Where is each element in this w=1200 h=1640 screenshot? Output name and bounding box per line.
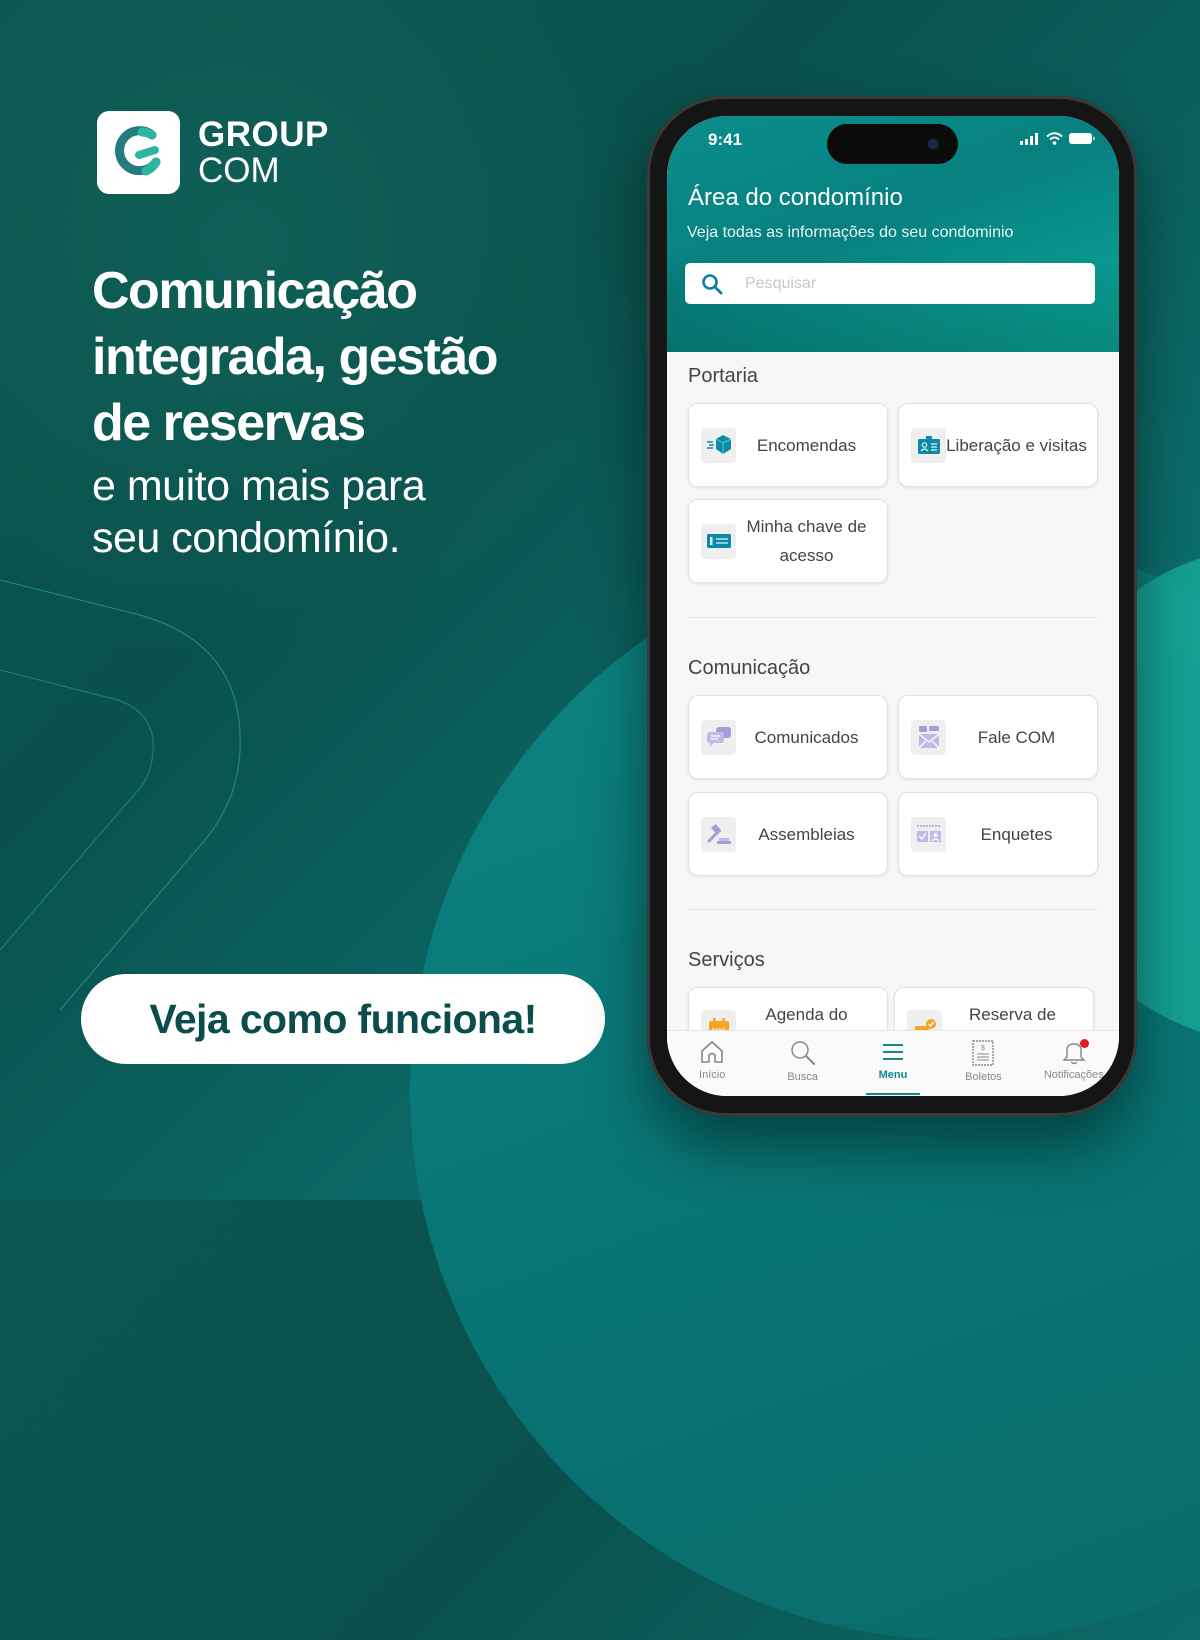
tab-label: Busca <box>787 1071 818 1083</box>
page-title: Área do condomínio <box>688 184 903 211</box>
menu-card-label: Fale COM <box>977 727 1056 747</box>
status-icons <box>1020 132 1095 145</box>
phone-screen: 9:41 Área do condomínio Veja todas as in… <box>667 116 1119 1096</box>
battery-icon <box>1069 133 1095 144</box>
logo-mark <box>97 111 180 194</box>
menu-card-encomendas[interactable]: Encomendas <box>688 403 888 487</box>
section-title-portaria: Portaria <box>688 365 759 387</box>
visitor-badge-icon <box>917 436 940 454</box>
search-icon <box>702 273 723 294</box>
menu-card-label: Comunicados <box>754 727 859 747</box>
tab-busca[interactable]: Busca <box>757 1031 847 1096</box>
tab-label: Menu <box>878 1069 908 1081</box>
section-divider <box>688 617 1098 618</box>
bottom-tab-bar: Início Busca Menu $ Boletos Notificações <box>667 1030 1119 1096</box>
camera-icon <box>928 139 938 149</box>
gavel-icon <box>707 824 731 844</box>
brand-logo: GROUP COM <box>97 111 329 194</box>
chat-bubbles-icon <box>706 727 731 747</box>
wifi-icon <box>1046 132 1063 145</box>
menu-card-label: Reserva de <box>969 1005 1056 1024</box>
mail-message-icon <box>918 726 939 749</box>
brand-name-line1: GROUP <box>198 114 329 154</box>
menu-card-assembleias[interactable]: Assembleias <box>688 792 888 876</box>
menu-card-label: Assembleias <box>758 824 855 844</box>
search-icon <box>790 1041 815 1065</box>
headline-line: integrada, gestão <box>92 328 499 386</box>
menu-card-enquetes[interactable]: Enquetes <box>898 792 1098 876</box>
tab-label: Boletos <box>965 1071 1002 1083</box>
tab-notificacoes[interactable]: Notificações <box>1029 1031 1119 1096</box>
background-outline-shape <box>0 579 241 1011</box>
tab-label: Início <box>699 1069 726 1081</box>
poll-icon <box>916 825 941 842</box>
bill-icon: $ <box>972 1040 995 1066</box>
search-bar[interactable] <box>685 263 1095 304</box>
menu-card-liberacao-visitas[interactable]: Liberação e visitas <box>898 403 1098 487</box>
section-title-servicos: Serviços <box>688 949 765 971</box>
status-time: 9:41 <box>708 130 743 149</box>
subheadline-line: seu condomínio. <box>92 514 401 562</box>
access-key-icon <box>706 534 731 548</box>
tab-boletos[interactable]: $ Boletos <box>938 1031 1028 1096</box>
menu-card-label: Encomendas <box>756 435 857 455</box>
svg-text:$: $ <box>981 1045 985 1052</box>
signal-icon <box>1020 132 1038 145</box>
section-divider <box>688 909 1098 910</box>
menu-card-fale-com[interactable]: Fale COM <box>898 695 1098 779</box>
cta-button[interactable]: Veja como funciona! <box>81 974 605 1064</box>
menu-icon <box>883 1044 904 1060</box>
package-icon <box>706 435 731 454</box>
section-title-comunicacao: Comunicação <box>688 657 811 679</box>
dynamic-island <box>827 124 958 164</box>
menu-content: Portaria Encomendas Liberação e visitas … <box>667 352 1119 1071</box>
page-subtitle: Veja todas as informações do seu condomi… <box>687 224 1014 241</box>
menu-card-label: Enquetes <box>980 824 1053 844</box>
subheadline-line: e muito mais para <box>92 462 426 510</box>
brand-name-line2: COM <box>198 150 280 190</box>
menu-card-label: Agenda do <box>765 1005 848 1024</box>
tab-inicio[interactable]: Início <box>667 1031 757 1096</box>
logo-g-icon <box>114 125 160 175</box>
tab-menu[interactable]: Menu <box>848 1031 938 1096</box>
menu-card-label: Minha chave de acesso <box>746 517 867 565</box>
menu-card-chave-acesso[interactable]: Minha chave de acesso <box>688 499 888 583</box>
menu-card-label: Liberação e visitas <box>946 435 1087 455</box>
menu-card-comunicados[interactable]: Comunicados <box>688 695 888 779</box>
home-icon <box>701 1040 724 1063</box>
headline-line: Comunicação <box>92 262 418 320</box>
headline: Comunicação integrada, gestão de reserva… <box>92 258 499 564</box>
notification-badge <box>1079 1039 1089 1048</box>
headline-line: de reservas <box>92 394 366 452</box>
search-input[interactable] <box>743 273 1077 294</box>
tab-label: Notificações <box>1043 1069 1104 1081</box>
